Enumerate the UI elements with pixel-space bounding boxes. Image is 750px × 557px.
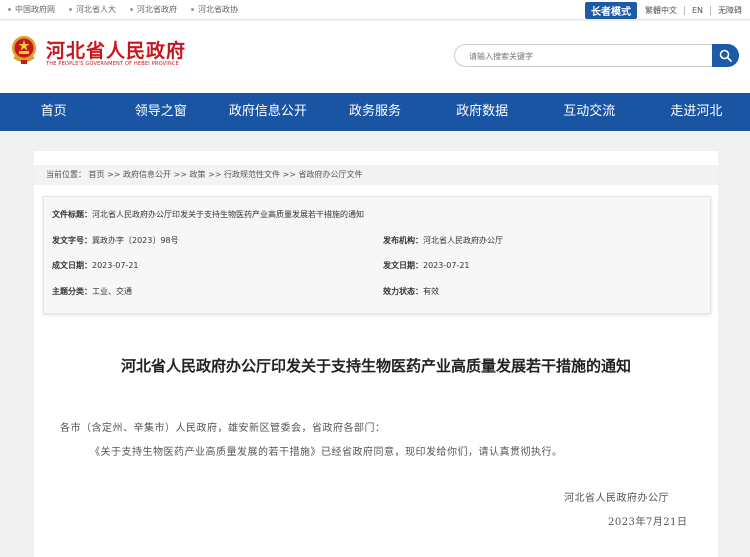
top-utility-bar: 中国政府网 河北省人大 河北省政府 河北省政协 长者模式 繁體中文 EN 无障碍 <box>0 0 750 20</box>
meta-label: 成文日期： <box>52 261 92 270</box>
meta-value: 有效 <box>423 287 439 296</box>
meta-label: 主题分类： <box>52 287 92 296</box>
meta-row-topic: 主题分类：工业、交通 效力状态：有效 <box>52 286 702 298</box>
search-input[interactable] <box>469 49 699 63</box>
top-link-label: 河北省政府 <box>137 5 177 14</box>
elder-mode-button[interactable]: 长者模式 <box>584 2 637 19</box>
top-link-label: 河北省人大 <box>76 5 116 14</box>
site-title[interactable]: 河北省人民政府 <box>46 36 186 63</box>
meta-value: 冀政办字〔2023〕98号 <box>92 236 179 245</box>
nav-item-gov-info[interactable]: 政府信息公开 <box>214 93 321 131</box>
meta-value: 工业、交通 <box>92 287 132 296</box>
top-link-cppcc[interactable]: 河北省政协 <box>191 4 238 15</box>
meta-label: 效力状态： <box>383 287 423 296</box>
traditional-chinese-link[interactable]: 繁體中文 <box>645 5 677 16</box>
meta-label: 发文字号： <box>52 236 92 245</box>
document-body: 《关于支持生物医药产业高质量发展的若干措施》已经省政府同意，现印发给你们，请认真… <box>90 447 563 458</box>
meta-value: 2023-07-21 <box>423 261 470 270</box>
document-metadata: 文件标题：河北省人民政府办公厅印发关于支持生物医药产业高质量发展若干措施的通知 … <box>43 196 711 314</box>
site-title-english: THE PEOPLE'S GOVERNMENT OF HEBEI PROVINC… <box>46 61 179 67</box>
top-link-npc[interactable]: 河北省人大 <box>69 4 116 15</box>
document-signature: 河北省人民政府办公厅 <box>564 493 669 504</box>
nav-item-leaders[interactable]: 领导之窗 <box>107 93 214 131</box>
divider <box>683 6 685 15</box>
bullet-icon <box>8 8 11 11</box>
meta-value: 2023-07-21 <box>92 261 139 270</box>
document-heading: 河北省人民政府办公厅印发关于支持生物医药产业高质量发展若干措施的通知 <box>120 357 631 375</box>
main-nav: 首页 领导之窗 政府信息公开 政务服务 政府数据 互动交流 走进河北 <box>0 93 750 131</box>
nav-item-interaction[interactable]: 互动交流 <box>536 93 643 131</box>
meta-value: 河北省人民政府办公厅印发关于支持生物医药产业高质量发展若干措施的通知 <box>92 210 364 219</box>
nav-item-data[interactable]: 政府数据 <box>429 93 536 131</box>
meta-value: 河北省人民政府办公厅 <box>423 236 503 245</box>
search-button[interactable] <box>712 44 739 67</box>
breadcrumb[interactable]: 当前位置： 首页 >> 政府信息公开 >> 政策 >> 行政规范性文件 >> 省… <box>34 165 718 185</box>
top-link-province-gov[interactable]: 河北省政府 <box>130 4 177 15</box>
top-links: 中国政府网 河北省人大 河北省政府 河北省政协 <box>8 4 252 15</box>
site-header: 河北省人民政府 THE PEOPLE'S GOVERNMENT OF HEBEI… <box>0 21 750 93</box>
top-link-label: 中国政府网 <box>15 5 55 14</box>
document-date: 2023年7月21日 <box>608 517 688 528</box>
search-box <box>454 44 739 67</box>
meta-label: 发布机构： <box>383 236 423 245</box>
meta-row-docno: 发文字号：冀政办字〔2023〕98号 发布机构：河北省人民政府办公厅 <box>52 235 702 247</box>
national-emblem-icon[interactable] <box>10 35 38 65</box>
content-panel: 当前位置： 首页 >> 政府信息公开 >> 政策 >> 行政规范性文件 >> 省… <box>34 151 718 557</box>
meta-label: 发文日期： <box>383 261 423 270</box>
meta-row-dates: 成文日期：2023-07-21 发文日期：2023-07-21 <box>52 260 702 272</box>
nav-item-about-hebei[interactable]: 走进河北 <box>643 93 750 131</box>
top-link-gov-cn[interactable]: 中国政府网 <box>8 4 55 15</box>
meta-row-title: 文件标题：河北省人民政府办公厅印发关于支持生物医药产业高质量发展若干措施的通知 <box>52 209 364 221</box>
bullet-icon <box>191 8 194 11</box>
search-icon <box>719 49 732 62</box>
document-salutation: 各市（含定州、辛集市）人民政府，雄安新区管委会，省政府各部门： <box>60 423 386 434</box>
bullet-icon <box>69 8 72 11</box>
divider <box>710 6 711 15</box>
english-link[interactable]: EN <box>692 6 703 15</box>
bullet-icon <box>130 8 133 11</box>
top-right-tools: 长者模式 繁體中文 EN 无障碍 <box>584 2 742 19</box>
accessibility-link[interactable]: 无障碍 <box>718 5 742 16</box>
top-link-label: 河北省政协 <box>198 5 238 14</box>
meta-label: 文件标题： <box>52 210 92 219</box>
nav-item-home[interactable]: 首页 <box>0 93 107 131</box>
nav-item-services[interactable]: 政务服务 <box>321 93 428 131</box>
